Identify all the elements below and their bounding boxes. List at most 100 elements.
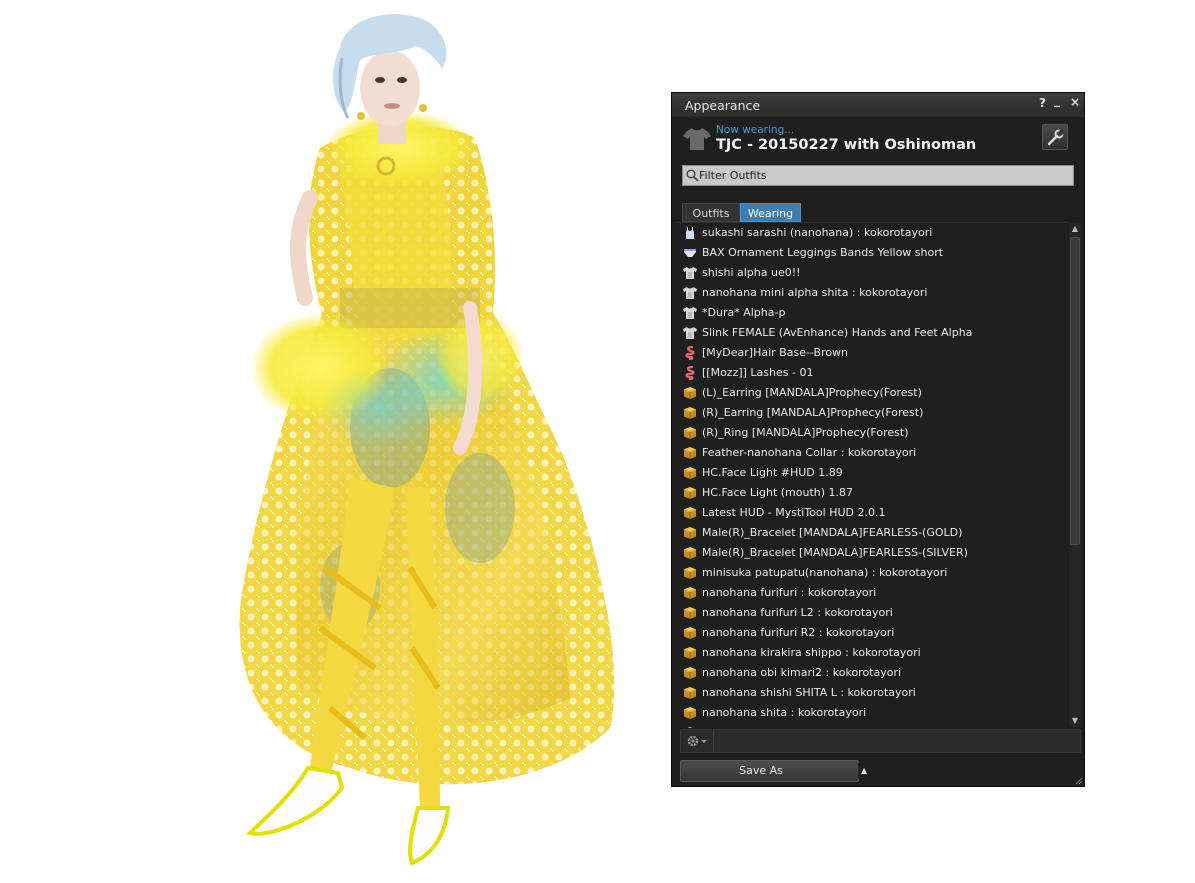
list-item[interactable]: (R)_Earring [MANDALA]Prophecy(Forest)	[675, 403, 1069, 423]
object-icon	[683, 526, 697, 540]
object-icon	[683, 686, 697, 700]
wearing-list: sukashi sarashi (nanohana) : kokorotayor…	[675, 222, 1069, 728]
list-item[interactable]: Male(R)_Bracelet [MANDALA]FEARLESS-(GOLD…	[675, 523, 1069, 543]
list-item[interactable]: nanohana mini alpha shita : kokorotayori	[675, 283, 1069, 303]
list-item-label: (R)_Earring [MANDALA]Prophecy(Forest)	[702, 406, 924, 419]
appearance-floater: Appearance ? _ × Now wearing... TJC - 20…	[671, 92, 1085, 787]
list-item-label: HC.Face Light #HUD 1.89	[702, 466, 843, 479]
wrench-icon	[1047, 129, 1064, 146]
help-button[interactable]: ?	[1039, 96, 1046, 110]
list-item-label: (R)_Ring [MANDALA]Prophecy(Forest)	[702, 426, 909, 439]
alpha-icon	[683, 286, 697, 300]
floater-title: Appearance	[685, 98, 761, 113]
object-icon	[683, 506, 697, 520]
list-item[interactable]: [[Mozz]] Lashes - 01	[675, 363, 1069, 383]
list-item-label: nanohana kirakira shippo : kokorotayori	[702, 646, 921, 659]
filter-outfits-input[interactable]	[699, 166, 1069, 185]
list-item[interactable]: BAX Ornament Leggings Bands Yellow short	[675, 243, 1069, 263]
list-item[interactable]: [MyDear]Hair Base--Brown	[675, 343, 1069, 363]
tab-outfits[interactable]: Outfits	[682, 203, 740, 222]
list-item-label: nanohana furifuri L2 : kokorotayori	[702, 606, 893, 619]
list-item[interactable]: nanohana furifuri : kokorotayori	[675, 583, 1069, 603]
gear-icon	[687, 735, 707, 747]
save-as-divider	[858, 763, 859, 779]
list-item-label: shishi alpha ue0!!	[702, 266, 801, 279]
list-item[interactable]: nanohana obi kimari2 : kokorotayori	[675, 663, 1069, 683]
list-item[interactable]: shishi alpha ue0!!	[675, 263, 1069, 283]
list-item[interactable]: (L)_Earring [MANDALA]Prophecy(Forest)	[675, 383, 1069, 403]
hair-icon	[683, 345, 697, 361]
object-icon	[683, 586, 697, 600]
object-icon	[683, 726, 697, 728]
list-item-label: nanohana mini alpha shita : kokorotayori	[702, 286, 928, 299]
list-item[interactable]: HC.Face Light #HUD 1.89	[675, 463, 1069, 483]
list-options-bar	[680, 729, 1081, 753]
options-gear-button[interactable]	[683, 732, 711, 750]
save-as-dropdown-arrow-icon[interactable]: ▲	[861, 761, 867, 781]
object-icon	[683, 706, 697, 720]
list-item[interactable]: Latest HUD - MystiTool HUD 2.0.1	[675, 503, 1069, 523]
list-item-label: nanohana furifuri R2 : kokorotayori	[702, 626, 895, 639]
object-icon	[683, 386, 697, 400]
floater-titlebar[interactable]: Appearance ? _ ×	[672, 93, 1084, 117]
tab-wearing[interactable]: Wearing	[740, 203, 801, 222]
list-item[interactable]: minisuka patupatu(nanohana) : kokorotayo…	[675, 563, 1069, 583]
avatar-figure	[239, 14, 615, 866]
list-item-label: Male(R)_Bracelet [MANDALA]FEARLESS-(SILV…	[702, 546, 968, 559]
scroll-up-arrow-icon[interactable]: ▲	[1069, 223, 1081, 235]
list-item[interactable]: *Dura* Alpha-p	[675, 303, 1069, 323]
list-item[interactable]: sukashi sarashi (nanohana) : kokorotayor…	[675, 223, 1069, 243]
current-outfit-header: Now wearing... TJC - 20150227 with Oshin…	[672, 119, 1084, 157]
undershirt-icon	[683, 226, 697, 240]
save-as-button[interactable]: Save As ▲	[680, 760, 867, 782]
edit-outfit-button[interactable]	[1042, 124, 1068, 150]
hair-icon	[683, 365, 697, 381]
object-icon	[683, 446, 697, 460]
object-icon	[683, 646, 697, 660]
object-icon	[683, 426, 697, 440]
list-item[interactable]: Male(R)_Bracelet [MANDALA]FEARLESS-(SILV…	[675, 543, 1069, 563]
resize-grip-icon[interactable]	[1073, 775, 1083, 785]
list-item-label: BAX Ornament Leggings Bands Yellow short	[702, 246, 944, 259]
alpha-icon	[683, 306, 697, 320]
list-item[interactable]: Slink FEMALE (AvEnhance) Hands and Feet …	[675, 323, 1069, 343]
list-item[interactable]: (R)_Ring [MANDALA]Prophecy(Forest)	[675, 423, 1069, 443]
minimize-button[interactable]: _	[1054, 93, 1060, 107]
object-icon	[683, 666, 697, 680]
now-wearing-label: Now wearing...	[716, 124, 795, 136]
chevron-down-icon	[701, 740, 707, 743]
list-item-label: *Dura* Alpha-p	[702, 306, 786, 319]
list-item-label: [[Mozz]] Lashes - 01	[702, 366, 814, 379]
list-item[interactable]	[675, 723, 1069, 728]
list-item[interactable]: nanohana kirakira shippo : kokorotayori	[675, 643, 1069, 663]
alpha-icon	[683, 326, 697, 340]
object-icon	[683, 406, 697, 420]
list-item[interactable]: nanohana shita : kokorotayori	[675, 703, 1069, 723]
object-icon	[683, 566, 697, 580]
scroll-down-arrow-icon[interactable]: ▼	[1069, 715, 1081, 727]
object-icon	[683, 606, 697, 620]
list-item-label: nanohana shishi SHITA L : kokorotayori	[702, 686, 916, 699]
object-icon	[683, 546, 697, 560]
list-item-label: nanohana furifuri : kokorotayori	[702, 586, 877, 599]
toolbar-divider	[713, 730, 714, 752]
object-icon	[683, 626, 697, 640]
outfit-name: TJC - 20150227 with Oshinoman	[716, 137, 977, 153]
list-item[interactable]: nanohana shishi SHITA L : kokorotayori	[675, 683, 1069, 703]
list-item[interactable]: Feather-nanohana Collar : kokorotayori	[675, 443, 1069, 463]
list-item[interactable]: nanohana furifuri R2 : kokorotayori	[675, 623, 1069, 643]
close-button[interactable]: ×	[1070, 95, 1080, 109]
list-item-label: Slink FEMALE (AvEnhance) Hands and Feet …	[702, 326, 973, 339]
scroll-thumb[interactable]	[1070, 237, 1080, 545]
shirt-icon	[683, 128, 711, 150]
underpants-icon	[683, 246, 697, 260]
alpha-icon	[683, 266, 697, 280]
list-item[interactable]: HC.Face Light (mouth) 1.87	[675, 483, 1069, 503]
object-icon	[683, 466, 697, 480]
list-scrollbar[interactable]: ▲ ▼	[1069, 223, 1081, 727]
list-item-label: Feather-nanohana Collar : kokorotayori	[702, 446, 917, 459]
list-item-label: sukashi sarashi (nanohana) : kokorotayor…	[702, 226, 933, 239]
list-item-label: minisuka patupatu(nanohana) : kokorotayo…	[702, 566, 948, 579]
list-item[interactable]: nanohana furifuri L2 : kokorotayori	[675, 603, 1069, 623]
list-item-label: nanohana obi kimari2 : kokorotayori	[702, 666, 902, 679]
